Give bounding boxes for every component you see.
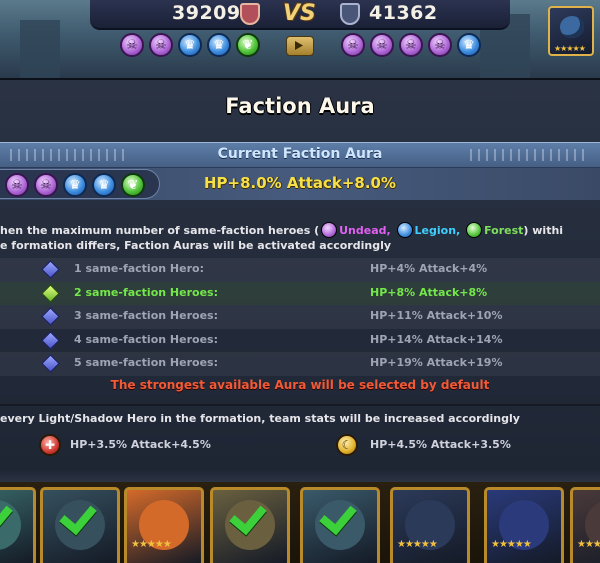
aura-description-line1: hen the maximum number of same-faction h… bbox=[0, 222, 600, 238]
undead-faction-icon: ☠ bbox=[341, 33, 365, 57]
checkmark-icon bbox=[0, 498, 13, 528]
undead-faction-icon: ☠ bbox=[399, 33, 423, 57]
legion-faction-icon: ♛ bbox=[207, 33, 231, 57]
hero-card-7[interactable]: ★★★★★ bbox=[484, 487, 564, 563]
tier-bonus: HP+19% Attack+19% bbox=[370, 356, 503, 369]
desc-text: ) withi bbox=[523, 224, 564, 237]
undead-faction-icon: ☠ bbox=[120, 33, 144, 57]
star-rating: ★★★★★ bbox=[491, 539, 532, 550]
tier-label: 4 same-faction Heroes: bbox=[74, 332, 218, 346]
tier-bonus: HP+11% Attack+10% bbox=[370, 309, 503, 322]
forest-faction-icon: ❦ bbox=[236, 33, 260, 57]
aura-tier-row: 1 same-faction Hero: HP+4% Attack+4% bbox=[0, 258, 600, 282]
left-team-score: 39209 bbox=[172, 2, 241, 24]
left-team-emblem-icon bbox=[240, 3, 260, 25]
legion-label: Legion, bbox=[414, 224, 461, 237]
star-rating: ★★★★★ bbox=[397, 539, 438, 550]
opponent-hero-portrait[interactable]: ★★★★★ bbox=[548, 6, 594, 56]
star-rating: ★★★★★ bbox=[131, 539, 172, 550]
hero-roster: ★★★★★ ★★★★★ ★★★★★ ★★★★★ bbox=[0, 482, 600, 563]
tier-bonus: HP+8% Attack+8% bbox=[370, 285, 488, 299]
aura-tier-row: 5 same-faction Heroes: HP+19% Attack+19% bbox=[0, 352, 600, 376]
right-team-emblem-icon bbox=[340, 3, 360, 25]
default-aura-note: The strongest available Aura will be sel… bbox=[110, 378, 490, 392]
legion-faction-icon: ♛ bbox=[178, 33, 202, 57]
undead-faction-icon bbox=[321, 222, 338, 238]
battle-header: 39209 VS 41362 ☠ ☠ ♛ ♛ ❦ ☠ ☠ ☠ ☠ ♛ ★★★★★ bbox=[0, 0, 600, 78]
undead-faction-icon: ☠ bbox=[370, 33, 394, 57]
vs-label: VS bbox=[283, 1, 316, 26]
hero-card-3[interactable]: ★★★★★ bbox=[124, 487, 204, 563]
checkmark-icon bbox=[323, 498, 357, 528]
checkmark-icon bbox=[63, 498, 97, 528]
undead-faction-icon: ☠ bbox=[149, 33, 173, 57]
desc-text: hen the maximum number of same-faction h… bbox=[0, 224, 320, 237]
current-aura-label: Current Faction Aura bbox=[217, 146, 383, 162]
shadow-bonus: HP+4.5% Attack+3.5% bbox=[370, 438, 511, 451]
diamond-icon bbox=[41, 260, 60, 279]
hero-face bbox=[560, 16, 584, 38]
replay-camera-icon[interactable] bbox=[286, 36, 314, 56]
current-aura-row: ☠ ☠ ♛ ♛ ❦ HP+8.0% Attack+8.0% bbox=[0, 168, 600, 200]
light-faction-icon: ✚ bbox=[39, 434, 61, 456]
aura-description-line2: e formation differs, Faction Auras will … bbox=[0, 239, 392, 252]
divider bbox=[0, 404, 600, 406]
dialog-title: Faction Aura bbox=[225, 94, 375, 118]
tier-bonus: HP+14% Attack+14% bbox=[370, 332, 503, 346]
star-rating: ★★★★★ bbox=[577, 539, 600, 550]
tier-label: 1 same-faction Hero: bbox=[74, 262, 204, 275]
shadow-faction-icon: ☾ bbox=[336, 434, 358, 456]
background-tower bbox=[20, 20, 60, 78]
forest-faction-icon bbox=[466, 222, 483, 238]
hero-card-4[interactable] bbox=[210, 487, 290, 563]
diamond-icon bbox=[41, 354, 60, 373]
light-shadow-row: ✚ HP+3.5% Attack+4.5% ☾ HP+4.5% Attack+3… bbox=[0, 434, 600, 460]
hero-card-1[interactable] bbox=[0, 487, 36, 563]
tier-label: 3 same-faction Heroes: bbox=[74, 309, 218, 322]
legion-faction-icon: ♛ bbox=[457, 33, 481, 57]
hero-card-5[interactable] bbox=[300, 487, 380, 563]
hero-card-6[interactable]: ★★★★★ bbox=[390, 487, 470, 563]
aura-tier-row: 4 same-faction Heroes: HP+14% Attack+14% bbox=[0, 329, 600, 353]
undead-faction-icon: ☠ bbox=[428, 33, 452, 57]
tier-bonus: HP+4% Attack+4% bbox=[370, 262, 488, 275]
current-aura-bonus: HP+8.0% Attack+8.0% bbox=[203, 174, 397, 192]
undead-label: Undead, bbox=[339, 224, 391, 237]
light-bonus: HP+3.5% Attack+4.5% bbox=[70, 438, 211, 451]
aura-tier-list: 1 same-faction Hero: HP+4% Attack+4% 2 s… bbox=[0, 258, 600, 376]
forest-label: Forest bbox=[484, 224, 524, 237]
light-shadow-description: every Light/Shadow Hero in the formation… bbox=[0, 412, 520, 425]
aura-tier-row: 3 same-faction Heroes: HP+11% Attack+10% bbox=[0, 305, 600, 329]
legion-faction-icon bbox=[396, 222, 413, 238]
star-rating: ★★★★★ bbox=[554, 44, 586, 53]
diamond-icon bbox=[41, 307, 60, 326]
tier-label: 2 same-faction Heroes: bbox=[74, 285, 218, 299]
diamond-icon bbox=[41, 283, 60, 303]
diamond-icon bbox=[41, 330, 60, 350]
faction-aura-dialog: Faction Aura Current Faction Aura ☠ ☠ ♛ ♛ ❦ … bbox=[0, 78, 600, 484]
hero-card-2[interactable] bbox=[40, 487, 120, 563]
current-aura-header: Current Faction Aura bbox=[0, 142, 600, 168]
right-team-score: 41362 bbox=[369, 2, 438, 24]
checkmark-icon bbox=[233, 498, 267, 528]
tier-label: 5 same-faction Heroes: bbox=[74, 356, 218, 369]
aura-tier-row: 2 same-faction Heroes: HP+8% Attack+8% bbox=[0, 281, 600, 305]
hero-card-8[interactable]: ★★★★★ bbox=[570, 487, 600, 563]
